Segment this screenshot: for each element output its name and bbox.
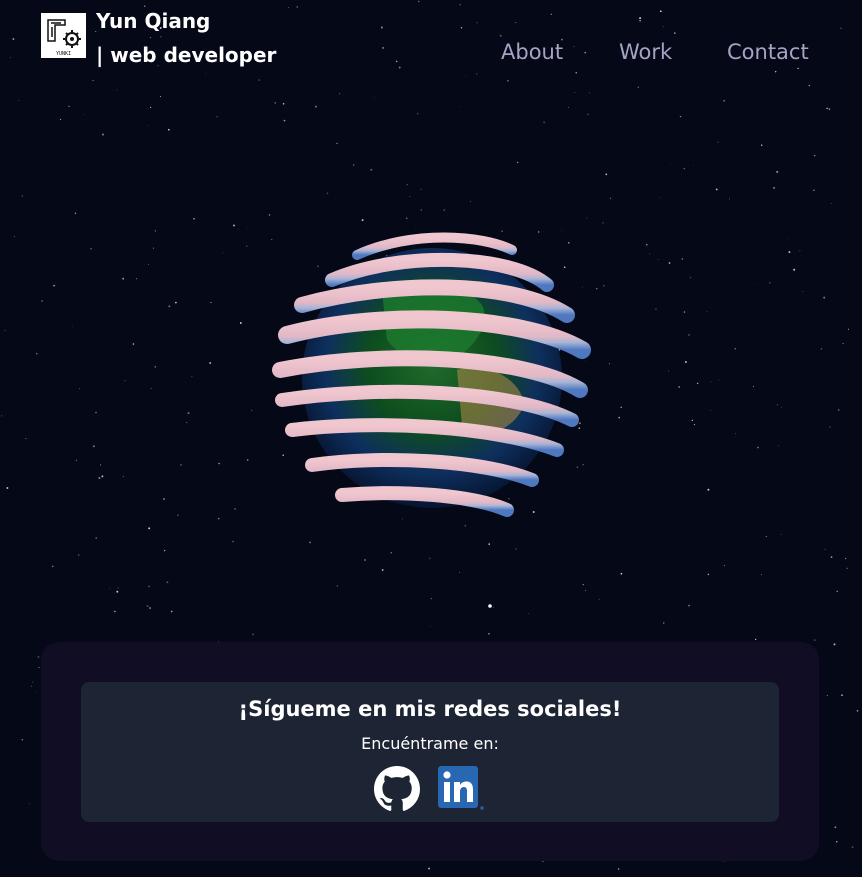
site-brand[interactable]: Yun Qiang | web developer <box>96 4 276 72</box>
nav-link-about[interactable]: About <box>501 36 563 68</box>
brand-name: Yun Qiang <box>96 9 211 33</box>
linkedin-icon <box>438 766 484 810</box>
site-logo[interactable]: YUNKI <box>41 13 86 58</box>
linkedin-link[interactable] <box>438 766 486 812</box>
nav-link-work[interactable]: Work <box>619 36 672 68</box>
globe-icon[interactable] <box>262 210 602 550</box>
github-icon <box>374 766 420 811</box>
site-header: YUNKI Yun Qiang | web developer About Wo… <box>0 0 862 80</box>
social-title: ¡Sígueme en mis redes sociales! <box>238 697 622 721</box>
logo-icon: YUNKI <box>41 13 86 58</box>
social-subtitle: Encuéntrame en: <box>361 734 499 753</box>
social-section: ¡Sígueme en mis redes sociales! Encuéntr… <box>41 642 819 861</box>
github-link[interactable] <box>374 766 420 812</box>
svg-text:YUNKI: YUNKI <box>56 51 71 57</box>
social-card: ¡Sígueme en mis redes sociales! Encuéntr… <box>81 682 779 822</box>
brand-role: | web developer <box>96 43 277 67</box>
page: YUNKI Yun Qiang | web developer About Wo… <box>0 0 862 877</box>
nav-link-contact[interactable]: Contact <box>727 36 809 68</box>
